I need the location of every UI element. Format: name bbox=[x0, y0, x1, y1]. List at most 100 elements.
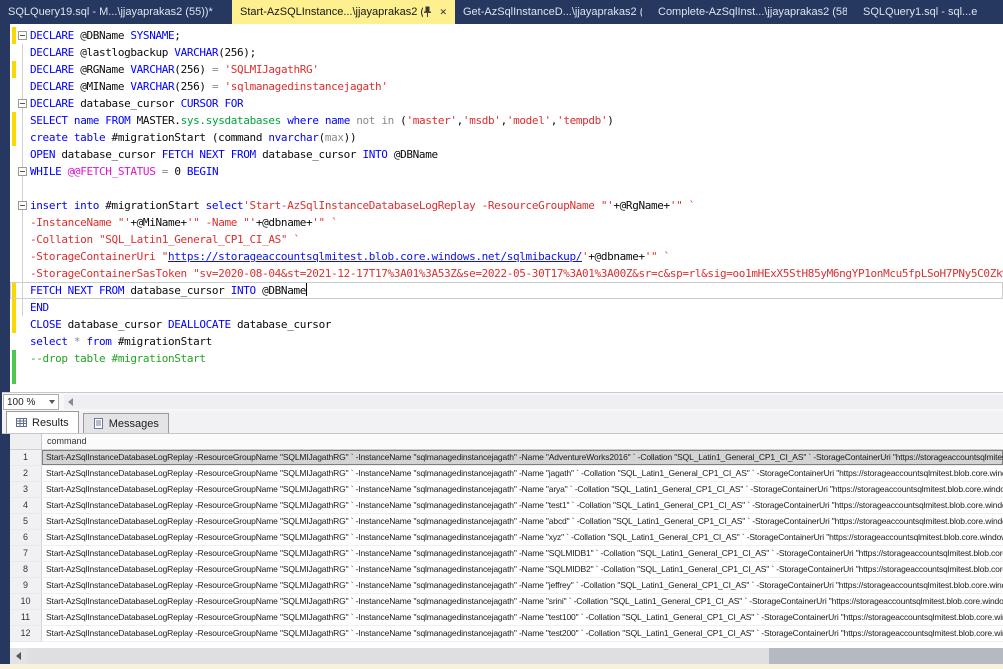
tab-messages[interactable]: Messages bbox=[83, 413, 169, 433]
command-cell[interactable]: Start-AzSqlInstanceDatabaseLogReplay -Re… bbox=[42, 626, 1003, 642]
code-token: 0 bbox=[168, 165, 187, 178]
code-line[interactable]: DECLARE @lastlogbackup VARCHAR(256); bbox=[10, 44, 1003, 61]
table-row[interactable]: 6Start-AzSqlInstanceDatabaseLogReplay -R… bbox=[10, 530, 1003, 546]
editor-h-scrollbar[interactable] bbox=[64, 395, 1003, 409]
tab-messages-label: Messages bbox=[109, 418, 159, 430]
code-line[interactable]: select * from #migrationStart bbox=[10, 333, 1003, 350]
scroll-left-button[interactable] bbox=[10, 648, 27, 664]
code-token: SYSNAME bbox=[130, 29, 174, 42]
code-token: )) bbox=[344, 131, 357, 144]
results-pane-tabs: Results Messages bbox=[2, 411, 1003, 434]
fold-margin bbox=[16, 180, 30, 197]
row-number[interactable]: 9 bbox=[10, 578, 42, 594]
command-cell[interactable]: Start-AzSqlInstanceDatabaseLogReplay -Re… bbox=[42, 594, 1003, 610]
table-row[interactable]: 10Start-AzSqlInstanceDatabaseLogReplay -… bbox=[10, 594, 1003, 610]
code-text: DECLARE @DBName SYSNAME; bbox=[30, 27, 181, 44]
row-number[interactable]: 2 bbox=[10, 466, 42, 482]
code-token: where bbox=[287, 114, 318, 127]
table-row[interactable]: 5Start-AzSqlInstanceDatabaseLogReplay -R… bbox=[10, 514, 1003, 530]
code-line[interactable]: -Collation "SQL_Latin1_General_CP1_CI_AS… bbox=[10, 231, 1003, 248]
command-cell[interactable]: Start-AzSqlInstanceDatabaseLogReplay -Re… bbox=[42, 466, 1003, 482]
row-number[interactable]: 7 bbox=[10, 546, 42, 562]
row-number[interactable]: 10 bbox=[10, 594, 42, 610]
table-row[interactable]: 4Start-AzSqlInstanceDatabaseLogReplay -R… bbox=[10, 498, 1003, 514]
close-icon[interactable]: ✕ bbox=[439, 7, 447, 18]
code-line[interactable]: DECLARE @RGName VARCHAR(256) = 'SQLMIJag… bbox=[10, 61, 1003, 78]
command-cell[interactable]: Start-AzSqlInstanceDatabaseLogReplay -Re… bbox=[42, 578, 1003, 594]
command-cell[interactable]: Start-AzSqlInstanceDatabaseLogReplay -Re… bbox=[42, 610, 1003, 626]
code-line[interactable] bbox=[10, 367, 1003, 384]
grid-h-scrollbar[interactable] bbox=[10, 648, 1003, 664]
code-token: --drop table #migrationStart bbox=[30, 352, 206, 365]
editor-tab[interactable]: Complete-AzSqlInst...\jjayaprakas2 (58)) bbox=[650, 0, 855, 24]
fold-margin bbox=[16, 95, 30, 112]
table-row[interactable]: 3Start-AzSqlInstanceDatabaseLogReplay -R… bbox=[10, 482, 1003, 498]
table-row[interactable]: 9Start-AzSqlInstanceDatabaseLogReplay -R… bbox=[10, 578, 1003, 594]
command-cell[interactable]: Start-AzSqlInstanceDatabaseLogReplay -Re… bbox=[42, 450, 1003, 466]
collapse-toggle-icon[interactable] bbox=[18, 167, 27, 176]
code-line[interactable]: END bbox=[10, 299, 1003, 316]
table-row[interactable]: 11Start-AzSqlInstanceDatabaseLogReplay -… bbox=[10, 610, 1003, 626]
code-line[interactable]: insert into #migrationStart select'Start… bbox=[10, 197, 1003, 214]
editor-tab[interactable]: SQLQuery19.sql - M...\jjayaprakas2 (55))… bbox=[0, 0, 232, 24]
command-cell[interactable]: Start-AzSqlInstanceDatabaseLogReplay -Re… bbox=[42, 562, 1003, 578]
row-number[interactable]: 3 bbox=[10, 482, 42, 498]
collapse-toggle-icon[interactable] bbox=[18, 31, 27, 40]
code-line[interactable]: -InstanceName "'+@MiName+'" -Name "'+@db… bbox=[10, 214, 1003, 231]
code-editor[interactable]: DECLARE @DBName SYSNAME;DECLARE @lastlog… bbox=[10, 24, 1003, 392]
fold-margin bbox=[16, 27, 30, 44]
command-cell[interactable]: Start-AzSqlInstanceDatabaseLogReplay -Re… bbox=[42, 498, 1003, 514]
collapse-toggle-icon[interactable] bbox=[18, 201, 27, 210]
code-line[interactable]: -StorageContainerUri "https://storageacc… bbox=[10, 248, 1003, 265]
code-token: MASTER. bbox=[130, 114, 180, 127]
table-row[interactable]: 1Start-AzSqlInstanceDatabaseLogReplay -R… bbox=[10, 450, 1003, 466]
command-cell[interactable]: Start-AzSqlInstanceDatabaseLogReplay -Re… bbox=[42, 530, 1003, 546]
table-row[interactable]: 7Start-AzSqlInstanceDatabaseLogReplay -R… bbox=[10, 546, 1003, 562]
code-line[interactable]: --drop table #migrationStart bbox=[10, 350, 1003, 367]
pin-icon[interactable] bbox=[423, 6, 432, 18]
command-cell[interactable]: Start-AzSqlInstanceDatabaseLogReplay -Re… bbox=[42, 482, 1003, 498]
code-token: +@MiName+ bbox=[130, 216, 186, 229]
collapse-toggle-icon[interactable] bbox=[18, 99, 27, 108]
command-cell[interactable]: Start-AzSqlInstanceDatabaseLogReplay -Re… bbox=[42, 546, 1003, 562]
editor-tab-active[interactable]: Start-AzSQLInstance...\jjayaprakas2 (57)… bbox=[232, 0, 455, 24]
grid-column-header-command[interactable]: command bbox=[42, 434, 1003, 449]
command-cell[interactable]: Start-AzSqlInstanceDatabaseLogReplay -Re… bbox=[42, 514, 1003, 530]
code-token: @MIName bbox=[74, 80, 130, 93]
chevron-down-icon bbox=[49, 400, 55, 404]
row-number[interactable]: 12 bbox=[10, 626, 42, 642]
fold-margin bbox=[16, 299, 30, 316]
code-token: https://storageaccountsqlmitest.blob.cor… bbox=[168, 250, 582, 263]
code-line[interactable]: FETCH NEXT FROM database_cursor INTO @DB… bbox=[10, 282, 1003, 299]
code-token: -Collation "SQL_Latin1_General_CP1_CI_AS… bbox=[30, 233, 300, 246]
row-number[interactable]: 5 bbox=[10, 514, 42, 530]
code-line[interactable]: CLOSE database_cursor DEALLOCATE databas… bbox=[10, 316, 1003, 333]
editor-tab[interactable]: SQLQuery1.sql - sql...e bbox=[855, 0, 1003, 24]
code-line[interactable] bbox=[10, 180, 1003, 197]
scroll-left-icon[interactable] bbox=[68, 398, 73, 406]
row-number[interactable]: 8 bbox=[10, 562, 42, 578]
scrollbar-track[interactable] bbox=[769, 648, 1003, 664]
row-number[interactable]: 4 bbox=[10, 498, 42, 514]
table-row[interactable]: 12Start-AzSqlInstanceDatabaseLogReplay -… bbox=[10, 626, 1003, 642]
scrollbar-thumb[interactable] bbox=[27, 648, 769, 664]
code-line[interactable]: WHILE @@FETCH_STATUS = 0 BEGIN bbox=[10, 163, 1003, 180]
code-line[interactable]: DECLARE @MIName VARCHAR(256) = 'sqlmanag… bbox=[10, 78, 1003, 95]
code-line[interactable]: OPEN database_cursor FETCH NEXT FROM dat… bbox=[10, 146, 1003, 163]
table-row[interactable]: 8Start-AzSqlInstanceDatabaseLogReplay -R… bbox=[10, 562, 1003, 578]
code-line[interactable]: DECLARE database_cursor CURSOR FOR bbox=[10, 95, 1003, 112]
grid-corner-cell[interactable] bbox=[10, 434, 42, 449]
code-line[interactable]: -StorageContainerSasToken "sv=2020-08-04… bbox=[10, 265, 1003, 282]
row-number[interactable]: 11 bbox=[10, 610, 42, 626]
zoom-select[interactable]: 100 % bbox=[3, 394, 59, 410]
row-number[interactable]: 6 bbox=[10, 530, 42, 546]
code-token: BEGIN bbox=[187, 165, 218, 178]
tab-results[interactable]: Results bbox=[6, 411, 79, 433]
code-line[interactable]: SELECT name FROM MASTER.sys.sysdatabases… bbox=[10, 112, 1003, 129]
table-row[interactable]: 2Start-AzSqlInstanceDatabaseLogReplay -R… bbox=[10, 466, 1003, 482]
editor-tab[interactable]: Get-AzSqlInstanceD...\jjayaprakas2 (59)) bbox=[455, 0, 650, 24]
row-number[interactable]: 1 bbox=[10, 450, 42, 466]
code-line[interactable]: create table #migrationStart (command nv… bbox=[10, 129, 1003, 146]
code-line[interactable]: DECLARE @DBName SYSNAME; bbox=[10, 27, 1003, 44]
tab-label: Start-AzSQLInstance...\jjayaprakas2 (57)… bbox=[240, 6, 423, 18]
